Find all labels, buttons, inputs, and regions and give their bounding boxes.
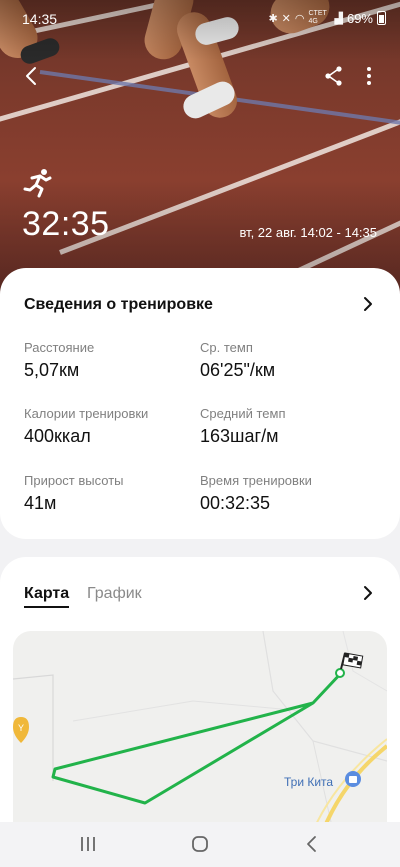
tab-graph[interactable]: График (87, 585, 142, 603)
status-icons: ✱ ✕ ◠ CTET 4G ▟ 69% (268, 10, 386, 26)
chevron-left-icon (26, 67, 36, 85)
stat-value: 41м (24, 493, 124, 514)
map-expand-button[interactable] (358, 583, 378, 603)
stat-unit: /км (249, 360, 276, 380)
poi-label: Три Кита (284, 775, 334, 789)
recent-apps-button[interactable] (79, 836, 97, 852)
stat-label: Расстояние (24, 340, 95, 355)
home-icon (192, 836, 208, 852)
mute-icon: ✕ (281, 12, 291, 25)
stat-workout-time: Время тренировки 00:32:35 (200, 473, 312, 514)
workout-date-range: вт, 22 авг. 14:02 - 14:35 (239, 225, 377, 240)
chevron-right-icon (364, 586, 372, 600)
route-map[interactable]: Y Три Кита (13, 631, 387, 831)
wifi-icon: ◠ (294, 12, 305, 25)
finish-flag-icon (335, 652, 364, 678)
network-type: CTET 4G (308, 10, 327, 25)
running-icon (22, 168, 56, 198)
stat-unit: ккал (54, 426, 91, 446)
stat-unit: м (44, 493, 57, 513)
stat-number: 41 (24, 493, 45, 513)
share-icon (325, 66, 342, 86)
stat-value: 5,07км (24, 360, 94, 381)
shopping-bag-icon (345, 771, 361, 787)
tab-map[interactable]: Карта (24, 585, 70, 608)
system-nav-bar (0, 822, 400, 867)
stat-number: 400 (24, 426, 55, 446)
map-canvas: Y (13, 631, 387, 831)
svg-text:Y: Y (18, 723, 24, 733)
hero-image (0, 0, 400, 300)
chevron-right-icon (364, 297, 372, 311)
stat-label: Время тренировки (200, 473, 312, 488)
stat-label: Прирост высоты (24, 473, 124, 488)
stat-number: 163 (200, 426, 231, 446)
signal-icon: ▟ (334, 12, 343, 25)
share-button[interactable] (322, 64, 346, 88)
workout-details-card: Сведения о тренировке Расстояние 5,07км … (0, 268, 400, 539)
battery-icon (377, 11, 386, 25)
back-button[interactable] (18, 62, 46, 90)
battery-percent: 69% (346, 10, 373, 26)
stat-elevation-gain: Прирост высоты 41м (24, 473, 124, 514)
stat-value: 163шаг/м (200, 426, 285, 447)
stat-avg-pace: Ср. темп 06'25"/км (200, 340, 275, 381)
stat-distance: Расстояние 5,07км (24, 340, 94, 381)
stat-value: 06'25"/км (200, 360, 275, 381)
stat-number: 00:32:35 (200, 493, 271, 513)
stat-label: Ср. темп (200, 340, 253, 355)
status-time: 14:35 (22, 11, 58, 27)
stat-value: 00:32:35 (200, 493, 312, 514)
more-vertical-icon (367, 67, 371, 85)
stat-unit: шаг/м (230, 426, 279, 446)
details-expand-button[interactable] (358, 294, 378, 314)
map-pin-icon: Y (13, 717, 29, 743)
stat-label: Калории тренировки (24, 406, 149, 421)
more-options-button[interactable] (360, 64, 378, 88)
recent-apps-icon (81, 837, 95, 851)
status-bar: 14:35 ✱ ✕ ◠ CTET 4G ▟ 69% (0, 0, 400, 36)
stat-value: 400ккал (24, 426, 148, 447)
stat-calories: Калории тренировки 400ккал (24, 406, 148, 447)
stat-number: 06'25" (200, 360, 250, 380)
back-arrow-icon (307, 836, 316, 852)
hero-shade (0, 0, 400, 300)
details-title[interactable]: Сведения о тренировке (24, 296, 213, 314)
bluetooth-icon: ✱ (268, 12, 278, 25)
stat-label: Средний темп (200, 406, 286, 421)
home-button[interactable] (191, 835, 209, 853)
stat-avg-cadence: Средний темп 163шаг/м (200, 406, 285, 447)
stat-unit: км (59, 360, 80, 380)
workout-duration: 32:35 (22, 205, 110, 243)
nav-back-button[interactable] (305, 835, 319, 853)
stat-number: 5,07 (24, 360, 60, 380)
